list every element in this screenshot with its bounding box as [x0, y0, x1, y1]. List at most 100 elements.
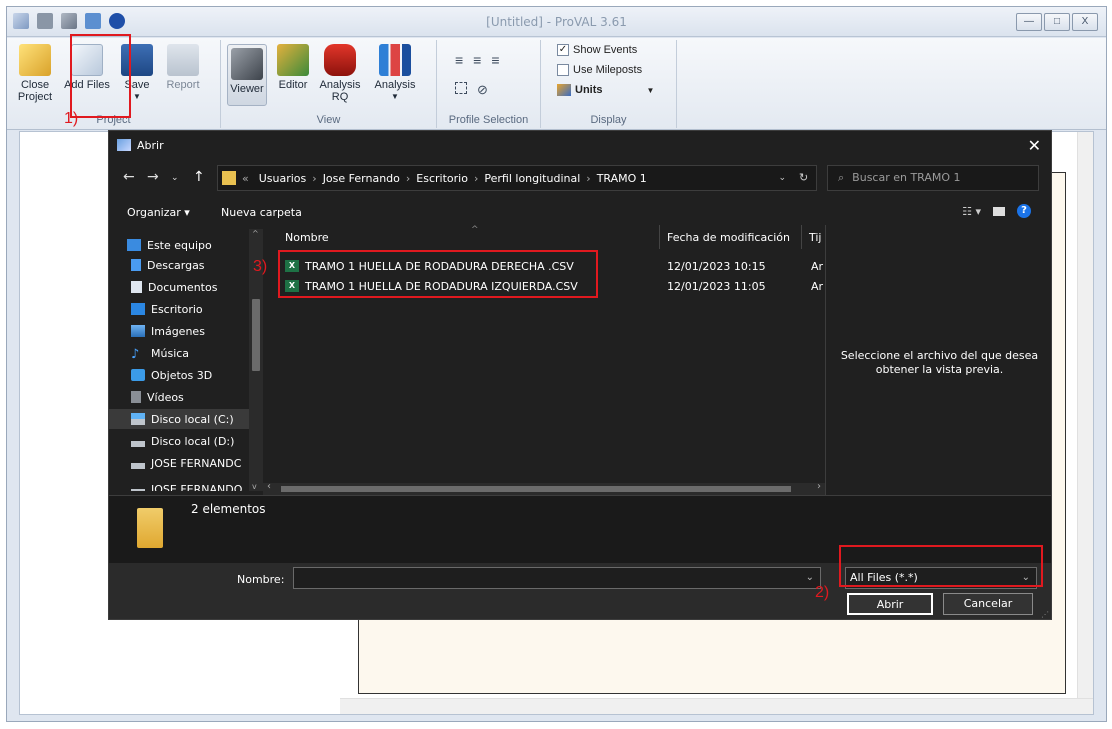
nav-item-jose-fernandc[interactable]: JOSE FERNANDC	[131, 453, 241, 473]
nav-item-este-equipo[interactable]: Este equipo	[127, 235, 212, 255]
navigation-pane: Este equipo Descargas Documentos Escrito…	[109, 229, 263, 491]
scroll-right-icon[interactable]: ›	[817, 481, 821, 492]
breadcrumb-escritorio[interactable]: Escritorio	[416, 172, 468, 185]
sort-chevron-icon: ^	[471, 225, 479, 235]
open-button[interactable]: Abrir	[847, 593, 933, 615]
close-button[interactable]: X	[1072, 13, 1098, 31]
up-arrow-icon[interactable]: ↑	[193, 169, 205, 185]
column-divider	[801, 225, 802, 249]
breadcrumb-overflow[interactable]: «	[242, 172, 249, 185]
drive-icon	[131, 413, 145, 425]
file-list-horizontal-scrollbar[interactable]: ‹ ›	[263, 481, 825, 495]
scroll-up-icon[interactable]: ^	[252, 229, 259, 238]
nav-item-disco-c[interactable]: Disco local (C:)	[109, 409, 259, 429]
back-arrow-icon[interactable]: ←	[123, 169, 135, 185]
maximize-button[interactable]: □	[1044, 13, 1070, 31]
filename-input[interactable]: ⌄	[293, 567, 821, 589]
profile-selection-label: Profile Selection	[448, 114, 529, 126]
align-right-icon[interactable]: ≡	[491, 52, 499, 68]
organizar-menu[interactable]: Organizar ▾	[127, 206, 190, 219]
scroll-thumb[interactable]	[281, 486, 791, 492]
analysis-dropdown-icon[interactable]: ▼	[371, 91, 419, 103]
nav-item-jose-fernando[interactable]: JOSE FERNANDO	[131, 479, 242, 491]
use-mileposts-checkbox[interactable]: Use Mileposts	[557, 64, 642, 76]
forward-arrow-icon[interactable]: →	[147, 169, 159, 185]
nav-item-documentos[interactable]: Documentos	[131, 277, 217, 297]
dialog-title: Abrir	[137, 139, 164, 152]
display-group-label: Display	[590, 114, 627, 126]
column-header-name[interactable]: Nombre	[285, 231, 329, 244]
preview-pane: Seleccione el archivo del que desea obte…	[825, 225, 1051, 495]
highlight-add-files	[70, 34, 131, 118]
select-rectangle-icon[interactable]	[455, 82, 467, 94]
scroll-thumb[interactable]	[252, 299, 260, 371]
folder-icon	[19, 44, 51, 76]
show-events-checkbox[interactable]: ✓ Show Events	[557, 44, 637, 56]
nueva-carpeta-button[interactable]: Nueva carpeta	[221, 206, 302, 219]
search-input[interactable]: ⌕ Buscar en TRAMO 1	[827, 165, 1039, 191]
view-mode-icon[interactable]: ☷ ▾	[962, 205, 981, 218]
navigation-bar: ← → ⌄ ↑ « Usuarios › Jose Fernando › Esc…	[109, 165, 1051, 193]
breadcrumb-usuarios[interactable]: Usuarios	[259, 172, 307, 185]
align-center-icon[interactable]: ≡	[473, 52, 481, 68]
minimize-button[interactable]: —	[1016, 13, 1042, 31]
chevron-down-icon: ▼	[646, 85, 655, 95]
editor-button[interactable]: Editor	[273, 44, 313, 91]
highlight-files	[278, 250, 598, 298]
units-dropdown[interactable]: Units ▼	[557, 84, 654, 96]
resize-grip-icon[interactable]: ⋰	[1041, 610, 1049, 619]
highlight-file-type	[839, 545, 1043, 587]
file-modified: 12/01/2023 11:05	[667, 280, 766, 293]
music-icon: ♪	[131, 347, 140, 362]
refresh-icon[interactable]: ↻	[799, 171, 808, 184]
ribbon: Close Project Add Files Save ▼ Report Pr…	[7, 38, 1106, 130]
drive-icon	[131, 483, 145, 491]
video-icon	[131, 391, 141, 403]
filename-label: Nombre:	[237, 573, 285, 586]
scroll-left-icon[interactable]: ‹	[267, 481, 271, 492]
close-icon[interactable]: ✕	[1028, 136, 1041, 155]
horizontal-scrollbar[interactable]	[340, 698, 1093, 714]
recent-locations-chevron-icon[interactable]: ⌄	[171, 173, 179, 183]
report-button[interactable]: Report	[161, 44, 205, 91]
address-bar[interactable]: « Usuarios › Jose Fernando › Escritorio …	[217, 165, 817, 191]
column-header-type[interactable]: Tij	[809, 231, 822, 244]
eraser-icon[interactable]: ⊘	[477, 82, 488, 98]
image-icon	[131, 325, 145, 337]
breadcrumb-jose-fernando[interactable]: Jose Fernando	[323, 172, 400, 185]
viewer-button[interactable]: Viewer	[227, 44, 267, 106]
nav-item-imagenes[interactable]: Imágenes	[131, 321, 205, 341]
nav-item-videos[interactable]: Vídeos	[131, 387, 184, 407]
nav-item-escritorio[interactable]: Escritorio	[131, 299, 203, 319]
column-divider	[659, 225, 660, 249]
nav-item-musica[interactable]: ♪ Música	[131, 343, 189, 363]
align-left-icon[interactable]: ≡	[455, 52, 463, 68]
bar-chart-icon	[379, 44, 411, 76]
cancel-button[interactable]: Cancelar	[943, 593, 1033, 615]
breadcrumb-tramo-1[interactable]: TRAMO 1	[597, 172, 647, 185]
analysis-button[interactable]: Analysis ▼	[371, 44, 419, 103]
annotation-step-3: 3)	[253, 258, 268, 275]
annotation-step-1: 1)	[64, 110, 79, 127]
analysis-rq-button[interactable]: Analysis RQ	[317, 44, 363, 103]
view-group: Viewer Editor Analysis RQ Analysis ▼ Vie…	[221, 40, 437, 128]
file-type: Ar	[811, 260, 824, 273]
preview-pane-icon[interactable]	[993, 206, 1005, 216]
help-icon[interactable]: ?	[1017, 204, 1031, 218]
breadcrumb-separator: ›	[473, 171, 479, 185]
nav-item-objetos-3d[interactable]: Objetos 3D	[131, 365, 212, 385]
nav-item-descargas[interactable]: Descargas	[131, 255, 205, 275]
report-icon	[167, 44, 199, 76]
vertical-scrollbar[interactable]	[1077, 132, 1093, 698]
close-project-button[interactable]: Close Project	[17, 44, 53, 103]
chevron-down-icon[interactable]: ⌄	[806, 572, 814, 583]
scroll-down-icon[interactable]: v	[252, 482, 257, 491]
title-bar: [Untitled] - ProVAL 3.61 — □ X	[7, 7, 1106, 37]
nav-item-disco-d[interactable]: Disco local (D:)	[131, 431, 234, 451]
pencil-ruler-icon	[277, 44, 309, 76]
display-group: ✓ Show Events Use Mileposts Units ▼ Disp…	[541, 40, 677, 128]
address-dropdown-icon[interactable]: ⌄	[778, 173, 786, 183]
column-header-modified[interactable]: Fecha de modificación	[667, 231, 790, 244]
breadcrumb-perfil-longitudinal[interactable]: Perfil longitudinal	[484, 172, 580, 185]
folder-icon	[137, 508, 163, 548]
